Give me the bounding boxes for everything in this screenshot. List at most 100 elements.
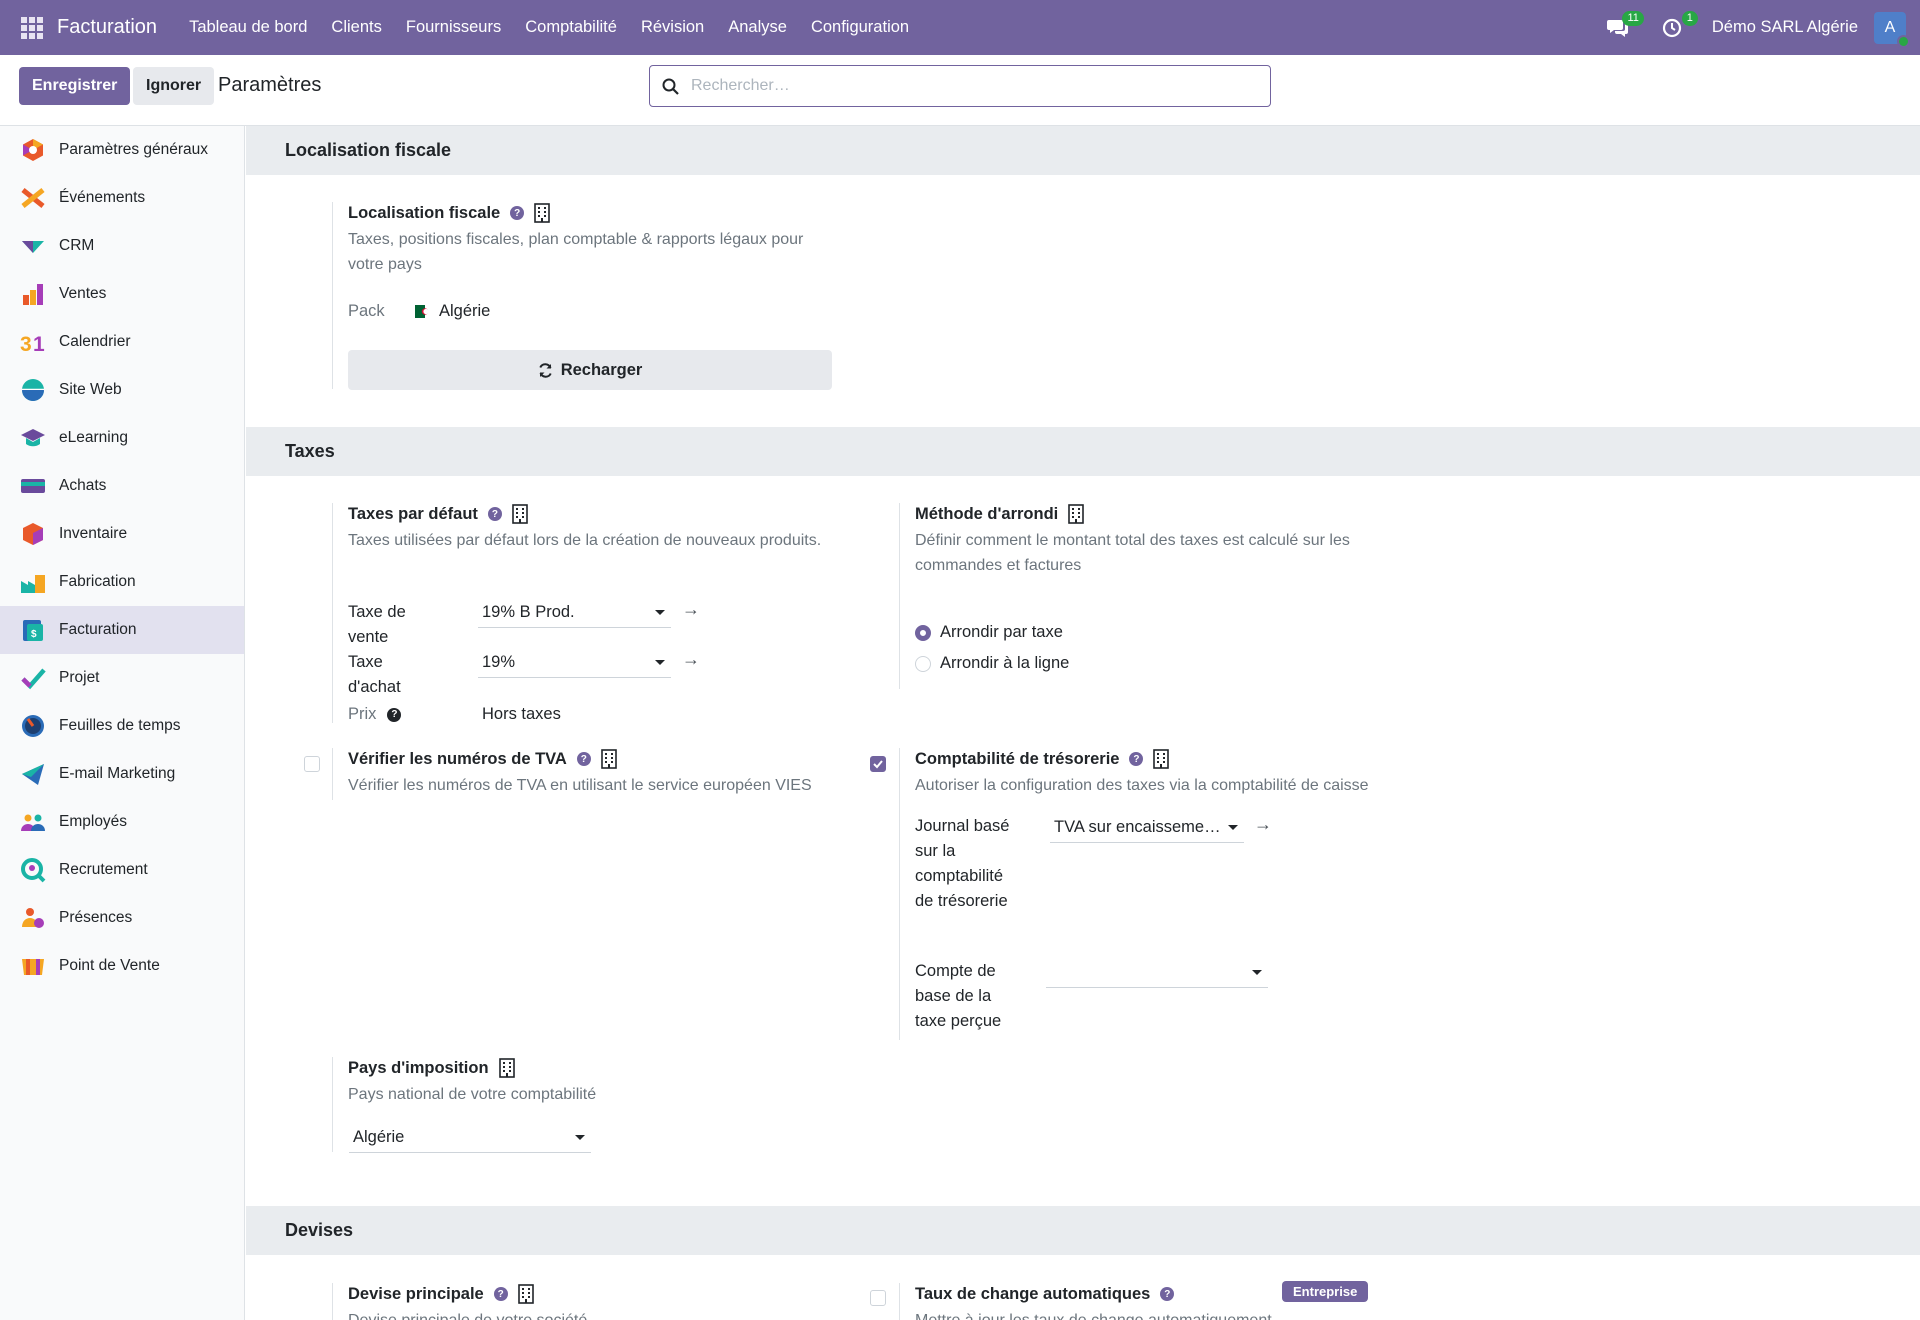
sidebar-item-calendar[interactable]: 31 Calendrier [0, 318, 244, 366]
recruitment-magnifier-icon [21, 858, 46, 883]
building-icon [517, 1284, 534, 1304]
top-navbar: Facturation Tableau de bord Clients Four… [0, 0, 1920, 55]
vat-check-title: Vérifier les numéros de TVA [348, 749, 567, 768]
cash-basis-title: Comptabilité de trésorerie [915, 749, 1120, 768]
sidebar-item-label: Recrutement [59, 861, 148, 878]
crm-icon [22, 241, 44, 253]
shop-awning-icon [22, 959, 44, 975]
fiscal-country-select[interactable]: Algérie [349, 1123, 591, 1153]
save-button[interactable]: Enregistrer [19, 67, 131, 105]
setting-title: Taux de change automatiques ? [915, 1283, 1459, 1305]
sidebar-item-point-of-sale[interactable]: Point de Vente [0, 942, 244, 990]
reload-label: Recharger [560, 360, 643, 379]
journal-open-icon[interactable]: → [1254, 814, 1272, 835]
menu-vendors[interactable]: Fournisseurs [394, 18, 513, 37]
sidebar-item-elearning[interactable]: eLearning [0, 414, 244, 462]
menu-customers[interactable]: Clients [319, 18, 393, 37]
apps-menu-icon[interactable] [21, 16, 43, 39]
vat-check-setting: Vérifier les numéros de TVA ? Vérifier l… [332, 748, 852, 800]
sidebar-item-sales[interactable]: Ventes [0, 270, 244, 318]
sidebar-item-invoicing[interactable]: $ Facturation [0, 606, 244, 654]
menu-accounting[interactable]: Comptabilité [513, 18, 629, 37]
reload-button[interactable]: Recharger [348, 350, 832, 390]
help-icon[interactable]: ? [1160, 1287, 1175, 1301]
inventory-box-icon [23, 523, 43, 545]
app-brand[interactable]: Facturation [57, 16, 157, 39]
sidebar-item-purchase[interactable]: Achats [0, 462, 244, 510]
menu-review[interactable]: Révision [629, 18, 716, 37]
help-icon[interactable]: ? [510, 206, 525, 220]
help-icon[interactable]: ? [1129, 752, 1144, 766]
tax-base-account-select[interactable] [1046, 958, 1268, 988]
help-icon[interactable]: ? [487, 507, 502, 521]
svg-text:$: $ [31, 629, 37, 640]
setting-title: Vérifier les numéros de TVA ? [348, 748, 852, 770]
section-header-taxes: Taxes [246, 427, 1920, 476]
purchase-tax-label: Taxe d'achat [348, 653, 401, 696]
help-icon[interactable]: ? [576, 752, 591, 766]
setting-description: Taxes, positions fiscales, plan comptabl… [348, 231, 804, 273]
settings-content: Localisation fiscale Localisation fiscal… [246, 126, 1920, 1320]
company-switcher[interactable]: Démo SARL Algérie [1712, 18, 1858, 37]
help-icon[interactable]: ? [387, 707, 402, 722]
menu-dashboard[interactable]: Tableau de bord [177, 18, 319, 37]
pack-value[interactable]: Algérie [415, 299, 490, 324]
purchase-tax-open-icon[interactable]: → [682, 649, 700, 670]
cash-basis-journal-select[interactable]: TVA sur encaisseme… [1050, 813, 1244, 843]
sidebar-item-manufacturing[interactable]: Fabrication [0, 558, 244, 606]
auto-rates-checkbox[interactable] [870, 1290, 886, 1306]
sale-tax-select[interactable]: 19% B Prod. [478, 598, 671, 628]
building-icon [601, 749, 617, 769]
setting-title: Localisation fiscale ? [348, 202, 822, 224]
setting-description: Devise principale de votre société [348, 1308, 822, 1320]
sidebar-item-label: Calendrier [59, 333, 131, 350]
sidebar-item-employees[interactable]: Employés [0, 798, 244, 846]
menu-reporting[interactable]: Analyse [716, 18, 799, 37]
website-icon [22, 379, 44, 401]
default-taxes-title: Taxes par défaut [348, 504, 478, 523]
search-bar[interactable] [649, 65, 1271, 107]
section-header-currencies: Devises [246, 1206, 1920, 1255]
building-icon [512, 504, 528, 524]
chevron-down-icon [575, 1135, 585, 1140]
sidebar-item-inventory[interactable]: Inventaire [0, 510, 244, 558]
radio-round-globally[interactable]: Arrondir à la ligne [915, 648, 1069, 679]
help-icon[interactable]: ? [493, 1287, 508, 1301]
sidebar-item-recruitment[interactable]: Recrutement [0, 846, 244, 894]
sidebar-item-label: E-mail Marketing [59, 765, 176, 782]
sidebar-item-project[interactable]: Projet [0, 654, 244, 702]
search-input[interactable] [691, 77, 1251, 95]
messages-count-badge: 11 [1622, 10, 1644, 26]
discard-button[interactable]: Ignorer [133, 67, 215, 105]
purchase-tax-select[interactable]: 19% [478, 648, 671, 678]
cash-basis-checkbox[interactable] [870, 756, 886, 772]
radio-round-per-tax[interactable]: Arrondir par taxe [915, 617, 1069, 648]
messaging-button[interactable]: 11 [1604, 10, 1644, 42]
cash-basis-journal-value: TVA sur encaisseme… [1054, 818, 1221, 836]
sidebar-item-website[interactable]: Site Web [0, 366, 244, 414]
user-avatar[interactable]: A [1874, 11, 1910, 48]
sidebar-item-crm[interactable]: CRM [0, 222, 244, 270]
sale-tax-open-icon[interactable]: → [682, 599, 700, 620]
price-label-row: Prix ? [348, 702, 402, 727]
sidebar-item-label: Site Web [59, 381, 122, 398]
sidebar-item-events[interactable]: Événements [0, 174, 244, 222]
cash-basis-setting: Comptabilité de trésorerie ? Autoriser l… [899, 748, 1459, 1040]
sidebar-item-attendances[interactable]: Présences [0, 894, 244, 942]
rounding-title: Méthode d'arrondi [915, 504, 1059, 523]
enterprise-badge: Entreprise [1282, 1281, 1369, 1302]
sidebar-item-label: Feuilles de temps [59, 717, 181, 734]
sale-tax-label: Taxe de vente [348, 603, 406, 646]
radio-label: Arrondir à la ligne [940, 654, 1070, 672]
events-icon [21, 188, 45, 208]
sidebar-item-general-settings[interactable]: Paramètres généraux [0, 126, 244, 174]
sidebar-item-timesheets[interactable]: Feuilles de temps [0, 702, 244, 750]
sidebar-item-email-marketing[interactable]: E-mail Marketing [0, 750, 244, 798]
radio-button[interactable] [915, 655, 931, 672]
radio-button-selected[interactable] [915, 624, 931, 641]
main-currency-setting: Devise principale ? Devise principale de… [332, 1283, 822, 1320]
vat-check-checkbox[interactable] [304, 756, 320, 772]
activities-button[interactable]: 1 [1658, 10, 1698, 42]
invoicing-icon: $ [23, 620, 43, 641]
menu-configuration[interactable]: Configuration [799, 18, 921, 37]
